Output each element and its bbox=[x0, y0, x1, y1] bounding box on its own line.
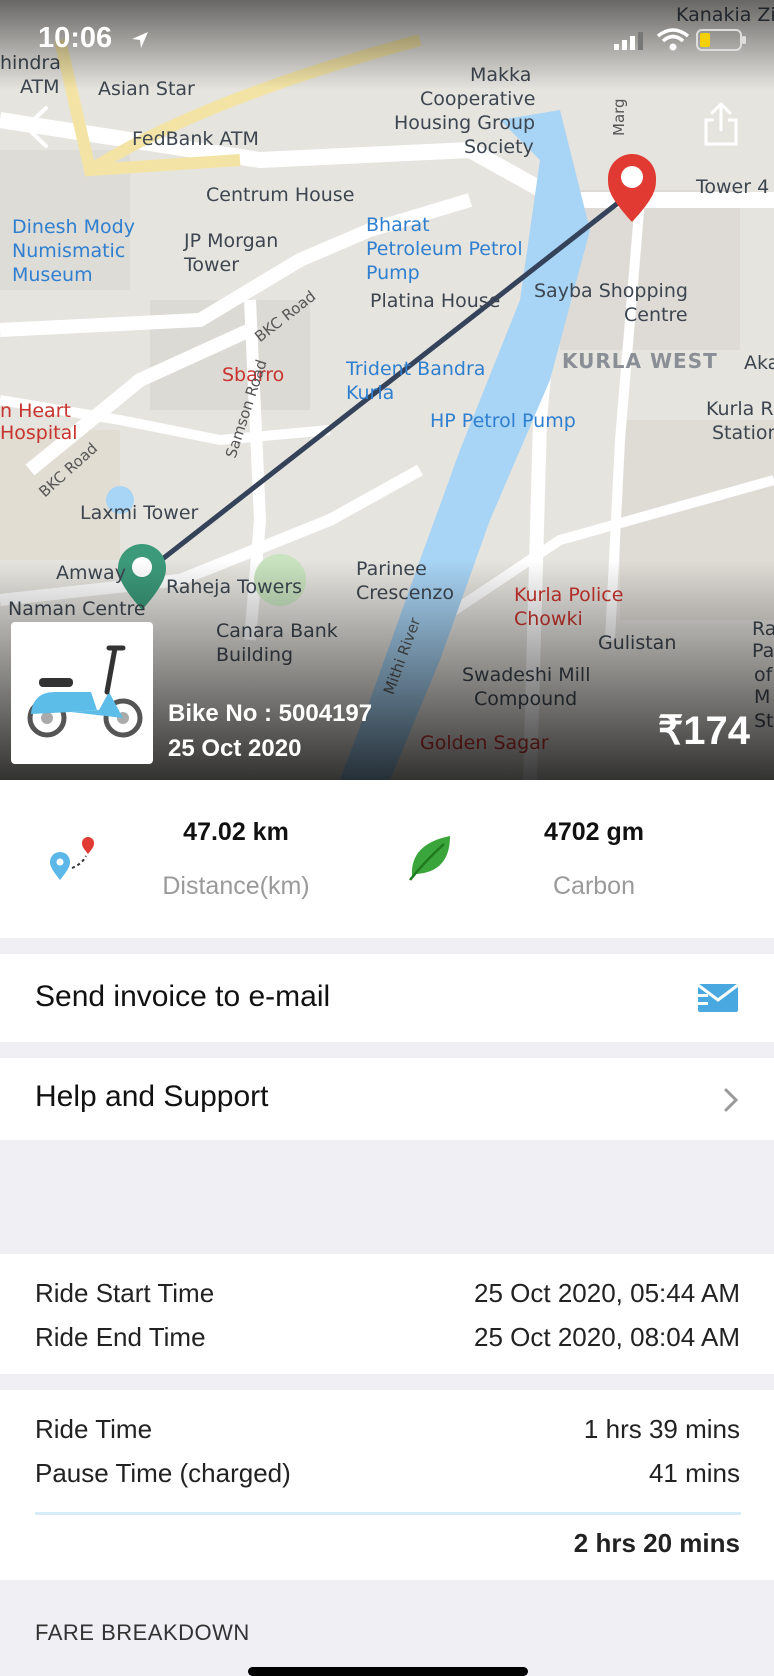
map-label: FedBank ATM bbox=[132, 128, 259, 150]
map-label: Society bbox=[464, 136, 534, 158]
help-support-label: Help and Support bbox=[35, 1080, 269, 1113]
map-label: KURLA WEST bbox=[562, 349, 718, 373]
battery-icon bbox=[696, 29, 746, 51]
ride-times: Ride Start Time 25 Oct 2020, 05:44 AM Ri… bbox=[0, 1254, 774, 1374]
send-invoice-label: Send invoice to e-mail bbox=[35, 980, 331, 1013]
home-indicator bbox=[248, 1667, 528, 1676]
share-button[interactable] bbox=[700, 100, 742, 148]
map-label: HP Petrol Pump bbox=[430, 410, 576, 432]
map-label: Tower bbox=[184, 254, 240, 276]
send-invoice-row[interactable]: Send invoice to e-mail bbox=[0, 954, 774, 1042]
map-label: Aka bbox=[744, 352, 774, 374]
help-support-row[interactable]: Help and Support bbox=[0, 1058, 774, 1140]
bike-thumbnail bbox=[11, 622, 153, 764]
chevron-right-icon bbox=[724, 1088, 739, 1112]
route-pins-icon bbox=[50, 837, 94, 880]
map-label: Pump bbox=[366, 262, 420, 284]
map-label: Petroleum Petrol bbox=[366, 238, 523, 260]
map-label: Sayba Shopping bbox=[534, 280, 688, 302]
map-label: Station bbox=[712, 422, 774, 444]
map-label: Tower 4 bbox=[696, 176, 770, 198]
start-time-label: Ride Start Time bbox=[35, 1278, 215, 1308]
start-time-value: 25 Oct 2020, 05:44 AM bbox=[474, 1278, 740, 1308]
map-label: Kurla bbox=[346, 382, 395, 404]
map-label: Hospital bbox=[0, 422, 78, 444]
distance-label: Distance(km) bbox=[162, 872, 310, 900]
road-label: Marg bbox=[610, 98, 628, 136]
total-time-value: 2 hrs 20 mins bbox=[573, 1528, 740, 1558]
map-label: JP Morgan bbox=[184, 230, 279, 252]
status-time: 10:06 bbox=[38, 22, 113, 54]
map-label: Dinesh Mody bbox=[12, 216, 135, 238]
ride-date: 25 Oct 2020 bbox=[168, 735, 302, 762]
ride-stats: 47.02 km Distance(km) 4702 gm Carbon bbox=[0, 780, 774, 938]
scooter-icon bbox=[27, 645, 143, 738]
map-label: Bharat bbox=[366, 214, 430, 236]
leaf-icon bbox=[409, 836, 450, 881]
map-label: Platina House bbox=[370, 290, 501, 312]
map-label: Housing Group bbox=[394, 112, 536, 134]
map-label: Centre bbox=[624, 304, 688, 326]
pause-time-label: Pause Time (charged) bbox=[35, 1458, 291, 1488]
location-arrow-icon bbox=[132, 32, 148, 48]
end-time-value: 25 Oct 2020, 08:04 AM bbox=[474, 1322, 740, 1352]
map-label: n Heart bbox=[0, 400, 71, 422]
ride-time-value: 1 hrs 39 mins bbox=[583, 1414, 740, 1444]
carbon-value: 4702 gm bbox=[543, 818, 645, 846]
ride-duration: Ride Time 1 hrs 39 mins Pause Time (char… bbox=[0, 1390, 774, 1580]
duration-divider bbox=[35, 1512, 741, 1515]
ride-price: ₹174 bbox=[657, 709, 750, 753]
back-button[interactable] bbox=[14, 102, 58, 152]
signal-icon bbox=[614, 32, 643, 50]
map-label: Trident Bandra bbox=[346, 358, 486, 380]
wifi-icon bbox=[656, 28, 690, 51]
map-label: Cooperative bbox=[420, 88, 536, 110]
end-time-label: Ride End Time bbox=[35, 1322, 206, 1352]
distance-value: 47.02 km bbox=[183, 818, 289, 846]
mail-icon[interactable] bbox=[694, 980, 740, 1016]
map-label: Centrum House bbox=[206, 184, 355, 206]
bike-number: Bike No : 5004197 bbox=[168, 700, 373, 727]
pause-time-value: 41 mins bbox=[648, 1458, 740, 1488]
carbon-label: Carbon bbox=[553, 872, 635, 900]
fare-breakdown-title: FARE BREAKDOWN bbox=[35, 1620, 250, 1645]
map-label: Numismatic bbox=[12, 240, 126, 262]
map-label: Laxmi Tower bbox=[80, 502, 199, 524]
map-label: Museum bbox=[12, 264, 93, 286]
map-label: Kurla R bbox=[706, 398, 774, 420]
status-bar: 10:06 bbox=[0, 0, 774, 80]
ride-time-label: Ride Time bbox=[35, 1414, 153, 1444]
